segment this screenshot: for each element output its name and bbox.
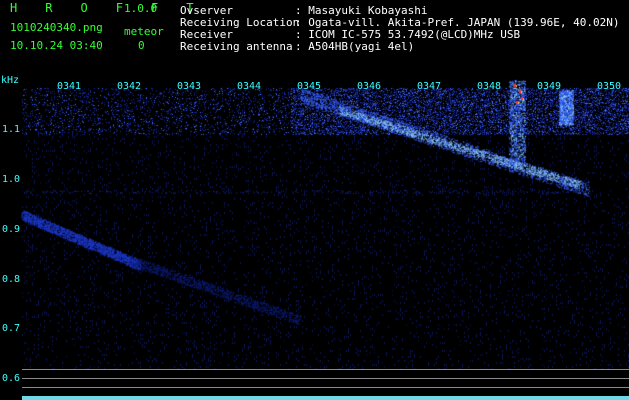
- freq-unit-label: kHz: [1, 75, 20, 86]
- time-label-0349: 0349: [537, 81, 562, 92]
- hrofft-window: { "app": { "name": "H R O F F T", "versi…: [0, 0, 629, 400]
- freq-label-1-1: 1.1: [2, 124, 21, 135]
- time-label-0341: 0341: [57, 81, 82, 92]
- antenna-value: : A504HB(yagi 4el): [295, 40, 415, 53]
- observer-value: : Masayuki Kobayashi: [295, 4, 428, 17]
- antenna-label: Receiving antenna: [180, 40, 293, 53]
- meteor-count: 0: [138, 39, 145, 52]
- receiver-label: Receiver: [180, 28, 233, 41]
- time-label-0344: 0344: [237, 81, 262, 92]
- spectrogram-canvas: [0, 0, 629, 400]
- app-title: H R O F F T: [10, 1, 204, 15]
- observer-label: Ovserver: [180, 4, 233, 17]
- time-label-0342: 0342: [117, 81, 142, 92]
- freq-label-0-7: 0.7: [2, 323, 21, 334]
- filename-label: 1010240340.png: [10, 21, 103, 34]
- freq-label-1-0: 1.0: [2, 174, 21, 185]
- bottom-bar: [22, 396, 629, 400]
- datetime-label: 10.10.24 03:40: [10, 39, 103, 52]
- separator-line-3: [22, 387, 629, 388]
- location-value: : Ogata-vill. Akita-Pref. JAPAN (139.96E…: [295, 16, 620, 29]
- separator-line-2: [22, 378, 629, 379]
- freq-label-0-9: 0.9: [2, 224, 21, 235]
- app-version: 1.0.0: [124, 2, 158, 15]
- time-label-0350: 0350: [597, 81, 622, 92]
- time-label-0345: 0345: [297, 81, 322, 92]
- time-label-0343: 0343: [177, 81, 202, 92]
- location-label: Receiving Location: [180, 16, 300, 29]
- separator-line-1: [22, 369, 629, 370]
- time-label-0347: 0347: [417, 81, 442, 92]
- freq-label-0-8: 0.8: [2, 274, 21, 285]
- freq-label-0-6: 0.6: [2, 373, 21, 384]
- time-label-0348: 0348: [477, 81, 502, 92]
- meteor-label: meteor: [124, 25, 164, 38]
- time-label-0346: 0346: [357, 81, 382, 92]
- receiver-value: : ICOM IC-575 53.7492(@LCD)MHz USB: [295, 28, 521, 41]
